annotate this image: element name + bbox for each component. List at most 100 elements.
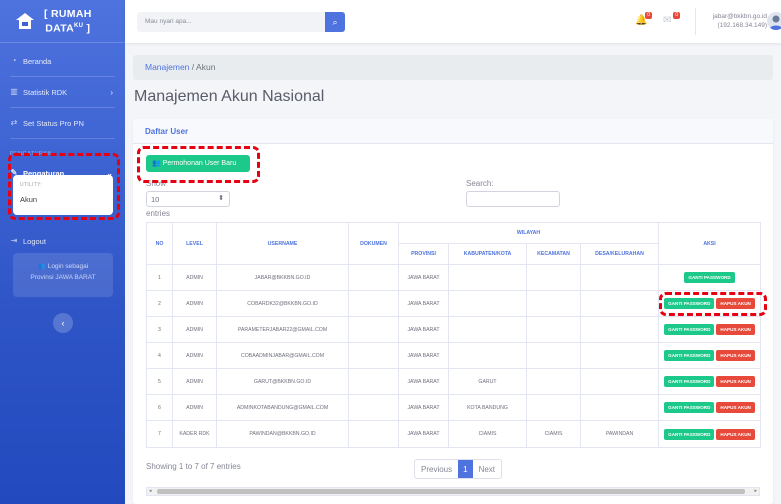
envelope-icon[interactable]: ✉ 0	[663, 12, 680, 27]
house-logo-icon	[16, 13, 34, 29]
sidebar-item-label: Logout	[23, 236, 46, 246]
delete-account-button[interactable]: HAPUS AKUN	[716, 350, 755, 361]
table-search-label: Search:	[466, 179, 494, 188]
search-input[interactable]: Mau nyari apa...	[137, 12, 342, 32]
brand-title: [ RUMAH DATAKU ]	[44, 7, 92, 35]
col-username[interactable]: USERNAME	[216, 222, 349, 265]
scroll-right-icon[interactable]: ▸	[754, 488, 757, 494]
sidebar-item-label: Set Status Pro PN	[23, 118, 84, 128]
actions-cell: GANTI PASSWORD HAPUS AKUN	[658, 316, 762, 343]
page-title: Manajemen Akun Nasional	[134, 88, 325, 105]
actions-cell: GANTI PASSWORD HAPUS AKUN	[658, 368, 762, 395]
table-row: 1 ADMIN JABAR@BKKBN.GO.ID JAWA BARAT GANTI…	[146, 264, 762, 291]
login-as-label: 👥 Login sebagai	[37, 263, 89, 270]
bell-icon[interactable]: 🔔 0	[635, 12, 652, 27]
col-desa[interactable]: DESA/KELURAHAN	[579, 243, 660, 265]
delete-account-button[interactable]: HAPUS AKUN	[716, 324, 755, 335]
user-list-card: Daftar User 👥 Permohonan User Baru Show …	[133, 119, 773, 504]
delete-account-button[interactable]: HAPUS AKUN	[716, 298, 755, 309]
table-search-input[interactable]	[466, 191, 560, 207]
breadcrumb: Manajemen / Akun	[133, 55, 773, 80]
topbar-divider	[695, 8, 696, 35]
login-province: Provinsi JAWA BARAT	[30, 274, 96, 281]
pagination-next[interactable]: Next	[473, 460, 501, 478]
delete-account-button[interactable]: HAPUS AKUN	[716, 376, 755, 387]
sidebar-item-logout[interactable]: ⇥ Logout	[0, 226, 125, 256]
table-row: 3 ADMIN PARAMETERJABAR22@GMAIL.COM JAWA BA…	[146, 316, 762, 343]
exchange-icon: ⇄	[10, 118, 18, 127]
horizontal-scrollbar[interactable]: ◂ ▸	[146, 487, 760, 496]
actions-cell: GANTI PASSWORD	[658, 264, 762, 291]
divider	[10, 138, 115, 139]
table-row: 2 ADMIN COBARDK32@BKKBN.GO.ID JAWA BARAT G…	[146, 290, 762, 317]
show-label: Show	[146, 179, 167, 188]
avatar[interactable]	[767, 12, 781, 30]
change-password-button[interactable]: GANTI PASSWORD	[664, 298, 715, 309]
delete-account-button[interactable]: HAPUS AKUN	[716, 402, 755, 413]
table-row: 4 ADMIN COBAADMINJABAR@GMAIL.COM JAWA BARA…	[146, 342, 762, 369]
sidebar-item-label: Beranda	[23, 56, 52, 66]
select-arrow-icon: ⬍	[218, 195, 224, 202]
sidebar-item-beranda[interactable]: ◔ Beranda	[0, 46, 125, 76]
actions-cell: GANTI PASSWORD HAPUS AKUN	[658, 342, 762, 369]
entries-label: entries	[146, 209, 171, 218]
search-icon: ⌕	[332, 17, 338, 27]
topbar: Mau nyari apa... ⌕ 🔔 0 ✉ 0 jabar@bkkbn.go.…	[125, 0, 781, 43]
sidebar-item-label: Statistik RDK	[23, 87, 68, 97]
logout-icon: ⇥	[10, 236, 18, 245]
actions-cell: GANTI PASSWORD HAPUS AKUN	[658, 394, 762, 421]
actions-cell: GANTI PASSWORD HAPUS AKUN	[658, 290, 762, 317]
change-password-button[interactable]: GANTI PASSWORD	[664, 324, 715, 335]
breadcrumb-link-manajemen[interactable]: Manajemen	[145, 62, 189, 72]
new-user-request-button[interactable]: 👥 Permohonan User Baru	[146, 155, 250, 172]
col-dokumen[interactable]: DOKUMEN	[348, 222, 399, 265]
pagination-previous[interactable]: Previous	[415, 460, 458, 478]
user-info[interactable]: jabar@bkkbn.go.id (192.168.34.149)	[703, 12, 767, 30]
notification-badge: 0	[645, 12, 652, 19]
submenu-heading: UTILITY:	[20, 182, 43, 188]
actions-cell: GANTI PASSWORD HAPUS AKUN	[658, 420, 762, 448]
message-badge: 0	[673, 12, 680, 19]
scroll-thumb[interactable]	[157, 489, 745, 494]
submenu-item-akun[interactable]: Akun	[13, 188, 113, 204]
scroll-left-icon[interactable]: ◂	[149, 488, 152, 494]
sidebar-item-statistik[interactable]: ▥ Statistik RDK ›	[0, 77, 125, 107]
change-password-button[interactable]: GANTI PASSWORD	[664, 402, 715, 413]
login-info: 👥 Login sebagai Provinsi JAWA BARAT	[13, 253, 113, 297]
table-info: Showing 1 to 7 of 7 entries	[146, 462, 241, 471]
user-table: NO LEVEL USERNAME DOKUMEN WILAYAH AKSI P…	[146, 222, 762, 448]
breadcrumb-current: Akun	[196, 62, 216, 72]
delete-account-button[interactable]: HAPUS AKUN	[716, 428, 755, 440]
chart-icon: ▥	[10, 87, 18, 96]
user-ip: (192.168.34.149)	[717, 22, 767, 29]
pagination: Previous 1 Next	[414, 459, 503, 479]
brand[interactable]: [ RUMAH DATAKU ]	[0, 0, 125, 43]
settings-submenu: UTILITY: Akun	[13, 175, 113, 215]
chevron-right-icon: ›	[110, 87, 113, 97]
user-email: jabar@bkkbn.go.id	[712, 13, 767, 20]
search-button[interactable]: ⌕	[325, 12, 345, 32]
user-avatar-icon	[769, 15, 781, 30]
col-kabupaten[interactable]: KABUPATEN/KOTA	[448, 243, 527, 265]
table-row: 6 ADMIN ADMINKOTABANDUNG@GMAIL.COM JAWA BA…	[146, 394, 762, 421]
users-icon: 👥	[37, 263, 46, 270]
sidebar-heading: PENGATURAN	[10, 151, 52, 157]
card-title: Daftar User	[133, 119, 773, 144]
change-password-button[interactable]: GANTI PASSWORD	[684, 272, 735, 283]
col-aksi: AKSI	[658, 222, 762, 265]
table-row: 7 KADER RDK PAWINDAN@BKKBN.GO.ID JAWA BARA…	[146, 420, 762, 448]
change-password-button[interactable]: GANTI PASSWORD	[664, 376, 715, 387]
change-password-button[interactable]: GANTI PASSWORD	[664, 350, 715, 361]
sidebar: [ RUMAH DATAKU ] ◔ Beranda ▥ Statistik R…	[0, 0, 125, 504]
col-wilayah: WILAYAH	[397, 222, 660, 244]
col-provinsi[interactable]: PROVINSI	[398, 243, 449, 265]
table-row: 5 ADMIN GARUT@BKKBN.GO.ID JAWA BARAT GARUT …	[146, 368, 762, 395]
entries-select[interactable]: 10 ⬍	[146, 191, 230, 207]
sidebar-toggle-button[interactable]: ‹	[53, 313, 73, 333]
col-no[interactable]: NO	[146, 222, 173, 265]
change-password-button[interactable]: GANTI PASSWORD	[664, 428, 715, 440]
col-kecamatan[interactable]: KECAMATAN	[526, 243, 581, 265]
pagination-page-1[interactable]: 1	[458, 460, 473, 478]
col-level[interactable]: LEVEL	[172, 222, 217, 265]
sidebar-item-set-status[interactable]: ⇄ Set Status Pro PN	[0, 108, 125, 138]
